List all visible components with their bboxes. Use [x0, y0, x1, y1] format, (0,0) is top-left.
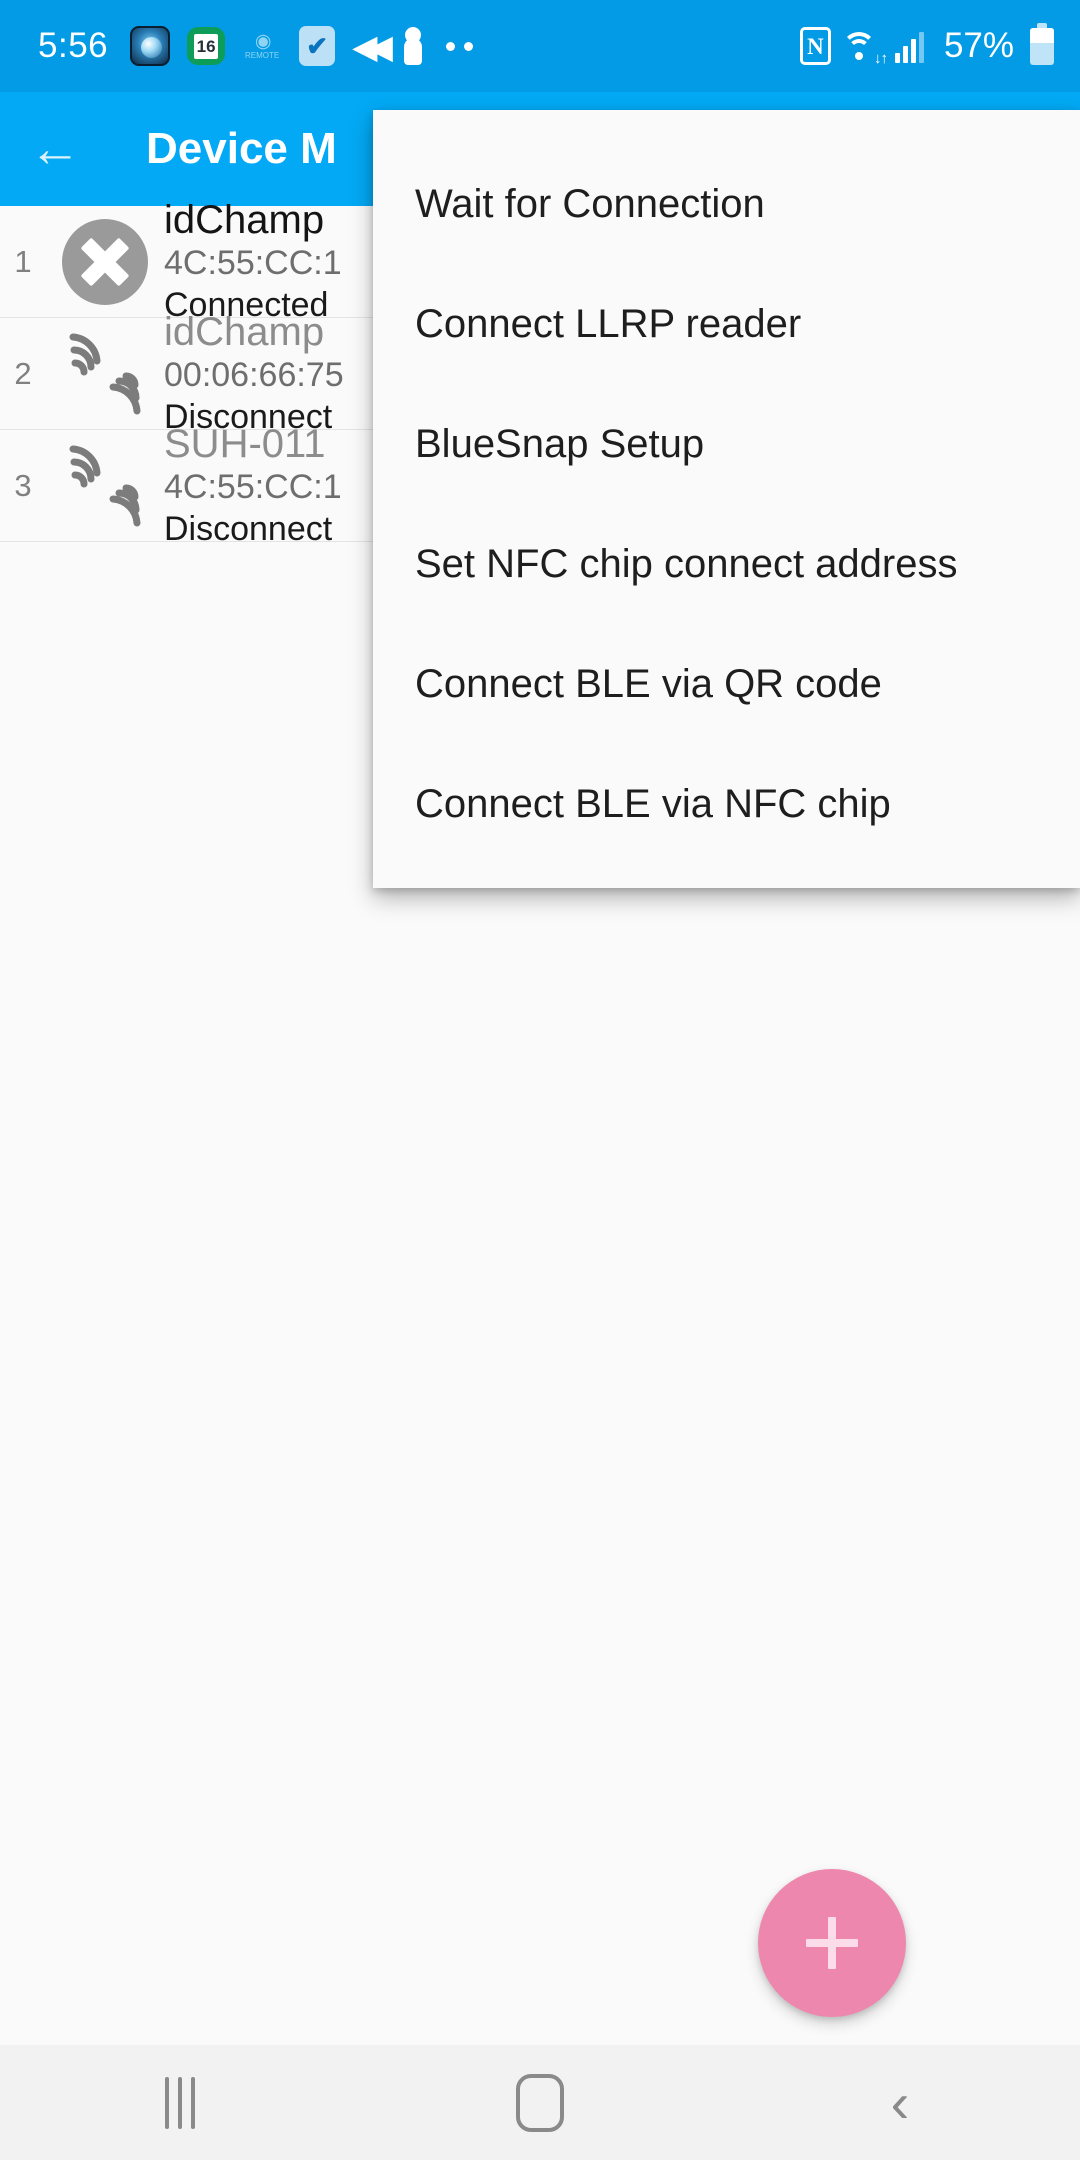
- toyota-oval-glyph: ◉: [254, 31, 272, 52]
- android-nav-bar: ‹: [0, 2045, 1080, 2160]
- rewind-icon: ◀◀: [352, 27, 393, 65]
- back-icon: ‹: [890, 2070, 910, 2134]
- device-name: idChamp: [164, 197, 325, 242]
- more-dots-icon: [443, 37, 477, 55]
- overflow-menu: Wait for Connection Connect LLRP reader …: [373, 110, 1080, 888]
- menu-item-connect-ble-via-nfc-chip[interactable]: Connect BLE via NFC chip: [373, 744, 1080, 864]
- nav-recents-button[interactable]: [0, 2076, 360, 2129]
- menu-item-connect-ble-via-qr-code[interactable]: Connect BLE via QR code: [373, 624, 1080, 744]
- calendar-icon: 16: [187, 27, 226, 65]
- page-title: Device M: [146, 124, 337, 173]
- home-icon: [516, 2073, 564, 2132]
- toyota-remote-icon: ◉ REMOTE: [242, 26, 282, 66]
- device-mac: 00:06:66:75: [164, 355, 344, 394]
- plus-icon: [806, 1917, 858, 1969]
- recents-icon: [165, 2076, 195, 2129]
- add-device-fab[interactable]: [758, 1869, 906, 2017]
- status-clock: 5:56: [38, 26, 109, 65]
- person-icon: [400, 26, 426, 66]
- battery-icon: [1030, 22, 1054, 65]
- status-bar: 5:56 16 ◉ REMOTE ✔ ◀◀ N ↓↑ 57%: [0, 0, 1080, 92]
- nfc-icon: N: [799, 27, 831, 65]
- phone-screen: 5:56 16 ◉ REMOTE ✔ ◀◀ N ↓↑ 57% ← Device …: [0, 0, 1080, 2160]
- rfid-signal-icon[interactable]: [46, 443, 164, 529]
- system-status-icons: N ↓↑ 57%: [799, 22, 1054, 66]
- viewpro-camera-icon: [130, 26, 171, 66]
- wifi-icon: ↓↑: [841, 27, 888, 66]
- rfid-signal-icon[interactable]: [46, 331, 164, 417]
- menu-item-wait-for-connection[interactable]: Wait for Connection: [373, 144, 1080, 264]
- checkbox-app-icon: ✔: [299, 26, 336, 66]
- status-badge: Disconnect: [164, 509, 333, 548]
- row-index: 1: [14, 243, 32, 279]
- cellular-signal-icon: [894, 29, 929, 63]
- menu-item-bluesnap-setup[interactable]: BlueSnap Setup: [373, 384, 1080, 504]
- nav-back-button[interactable]: ‹: [720, 2070, 1080, 2134]
- connected-x-icon[interactable]: [46, 218, 164, 305]
- device-mac: 4C:55:CC:1: [164, 467, 342, 506]
- device-mac: 4C:55:CC:1: [164, 243, 342, 282]
- back-arrow-icon[interactable]: ←: [0, 123, 110, 175]
- menu-item-connect-llrp-reader[interactable]: Connect LLRP reader: [373, 264, 1080, 384]
- device-name: SUH-011: [164, 421, 326, 466]
- calendar-day-label: 16: [194, 33, 219, 59]
- battery-percent-label: 57%: [943, 26, 1014, 65]
- device-name: idChamp: [164, 309, 325, 354]
- menu-item-set-nfc-chip-connect-address[interactable]: Set NFC chip connect address: [373, 504, 1080, 624]
- remote-label: REMOTE: [245, 51, 280, 60]
- row-index: 3: [14, 467, 32, 503]
- notification-icons: 16 ◉ REMOTE ✔ ◀◀: [130, 26, 477, 66]
- nav-home-button[interactable]: [360, 2073, 720, 2132]
- row-index: 2: [14, 355, 32, 391]
